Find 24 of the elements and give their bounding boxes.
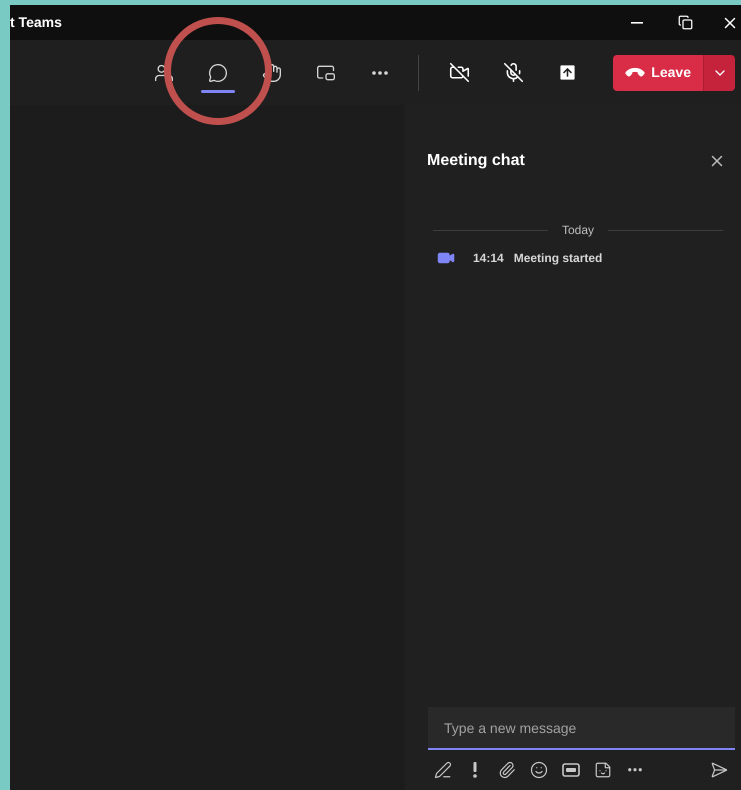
exclamation-icon	[472, 762, 478, 778]
people-icon	[154, 62, 174, 82]
panel-title: Meeting chat	[427, 151, 525, 171]
window-title: t Teams	[10, 13, 62, 32]
more-icon	[628, 768, 642, 772]
event-time: 14:14	[473, 250, 504, 267]
layout-icon	[316, 62, 336, 82]
message-field[interactable]: Type a new message	[428, 707, 735, 750]
chat-icon	[208, 62, 228, 82]
gif-icon	[562, 762, 580, 778]
more-icon	[372, 70, 388, 74]
paperclip-icon	[498, 761, 516, 779]
hand-icon	[262, 62, 282, 82]
minimize-icon	[631, 22, 643, 24]
date-divider: Today	[562, 222, 594, 239]
format-icon	[434, 761, 452, 779]
event-text: Meeting started	[514, 250, 602, 267]
emoji-icon	[530, 761, 548, 779]
microphone-off-icon	[502, 62, 524, 83]
restore-icon	[678, 15, 692, 30]
sticker-icon	[594, 761, 612, 779]
send-icon	[710, 761, 728, 779]
leave-button[interactable]: Leave	[613, 54, 703, 90]
camera-off-icon	[448, 62, 470, 83]
